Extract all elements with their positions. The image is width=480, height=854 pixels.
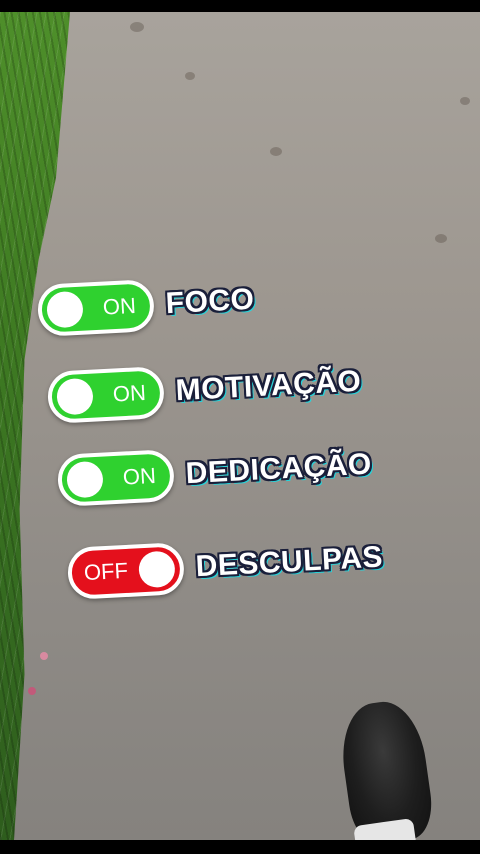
toggle-row-motivacao: ON MOTIVAÇÃO: [46, 356, 363, 424]
toggle-knob: [66, 460, 104, 499]
toggle-switch-dedicacao[interactable]: ON: [56, 448, 176, 507]
toggle-state-text: ON: [102, 292, 137, 320]
toggle-state-text: OFF: [83, 557, 129, 586]
toggle-list: ON FOCO ON MOTIVAÇÃO ON DEDICAÇÃO OFF DE…: [0, 0, 480, 854]
toggle-switch-foco[interactable]: ON: [36, 278, 156, 337]
toggle-label-motivacao: MOTIVAÇÃO: [174, 364, 363, 408]
toggle-row-desculpas: OFF DESCULPAS: [66, 532, 385, 600]
toggle-knob: [46, 290, 84, 329]
toggle-knob: [56, 377, 94, 416]
toggle-knob: [137, 550, 176, 589]
toggle-label-foco: FOCO: [164, 282, 256, 321]
toggle-state-text: ON: [122, 462, 157, 490]
toggle-label-desculpas: DESCULPAS: [194, 540, 384, 584]
toggle-switch-desculpas[interactable]: OFF: [66, 541, 186, 600]
toggle-state-text: ON: [112, 379, 147, 407]
toggle-switch-motivacao[interactable]: ON: [46, 365, 166, 424]
toggle-row-foco: ON FOCO: [36, 274, 256, 337]
toggle-row-dedicacao: ON DEDICAÇÃO: [56, 439, 373, 507]
toggle-label-dedicacao: DEDICAÇÃO: [184, 447, 373, 491]
